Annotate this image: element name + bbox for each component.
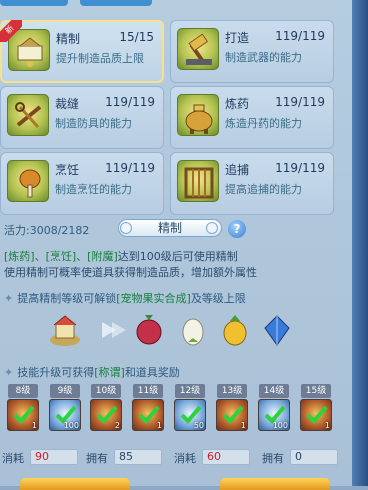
scissors-icon: [7, 94, 49, 136]
skill-name: 打造: [225, 31, 250, 45]
level-label: 15级: [301, 384, 331, 398]
reward-slot[interactable]: 2: [90, 399, 122, 431]
skill-name: 裁缝: [55, 97, 80, 111]
skill-card-refine[interactable]: 新 精制 15/15 提升制造品质上限: [0, 20, 164, 83]
cage-icon: [177, 160, 219, 202]
skill-card-forge[interactable]: 打造 119/119 制造武器的能力: [170, 20, 334, 83]
skill-level: 119/119: [105, 95, 155, 109]
skill-name: 精制: [56, 32, 81, 46]
skill-desc: 提升制造品质上限: [56, 52, 144, 65]
pet-house-icon[interactable]: [48, 312, 80, 348]
bottom-button-right[interactable]: [220, 478, 330, 490]
unlock-header: ✦ 提高精制等级可解锁[宠物果实合成]及等级上限: [4, 292, 246, 305]
reward-slot[interactable]: 1: [7, 399, 39, 431]
info-line-1: [炼药]、[烹饪]、[附魔]达到100级后可使用精制: [4, 250, 238, 263]
skill-desc: 提高追捕的能力: [225, 183, 302, 196]
skill-name: 烹饪: [55, 163, 80, 177]
skill-level: 119/119: [275, 95, 325, 109]
level-label: 14级: [259, 384, 289, 398]
consume-label: 消耗: [2, 452, 24, 465]
tab-strip-right[interactable]: [80, 0, 152, 6]
skill-desc: 炼造丹药的能力: [225, 117, 302, 130]
own2-value: 0: [290, 449, 338, 465]
skill-card-alchemy[interactable]: 炼药 119/119 炼造丹药的能力: [170, 86, 334, 149]
skill-level: 119/119: [105, 161, 155, 175]
own-label: 拥有: [86, 452, 108, 465]
reward-header: ✦ 技能升级可获得[称谓]和道具奖励: [4, 366, 180, 379]
skill-desc: 制造防具的能力: [55, 117, 132, 130]
level-label: 12级: [175, 384, 205, 398]
level-label: 13级: [217, 384, 247, 398]
reward-slot[interactable]: 100: [258, 399, 290, 431]
skill-level: 15/15: [119, 30, 154, 44]
golden-pineapple-icon[interactable]: [220, 312, 250, 348]
reward-slot[interactable]: 1: [216, 399, 248, 431]
skill-level: 119/119: [275, 29, 325, 43]
mode-left-dot: [120, 222, 132, 234]
reward-slot[interactable]: 100: [49, 399, 81, 431]
info-line-2: 使用精制可概率使道具获得制造品质，增加额外属性: [4, 266, 257, 279]
help-icon[interactable]: ?: [228, 220, 246, 238]
arrow-icon: [98, 312, 128, 348]
blue-gem-icon[interactable]: [262, 312, 292, 348]
vitality: 活力:3008/2182: [4, 224, 90, 237]
new-badge: 新: [0, 20, 22, 42]
hammer-icon: [177, 28, 219, 70]
reward-slot[interactable]: 1: [132, 399, 164, 431]
skill-desc: 制造烹饪的能力: [55, 183, 132, 196]
skill-name: 炼药: [225, 97, 250, 111]
consume2-label: 消耗: [174, 452, 196, 465]
level-label: 9级: [50, 384, 80, 398]
level-label: 10级: [91, 384, 121, 398]
reward-slot[interactable]: 1: [300, 399, 332, 431]
own2-label: 拥有: [262, 452, 284, 465]
mode-right-dot: [206, 222, 218, 234]
egg-icon[interactable]: [178, 312, 208, 348]
skill-card-cooking[interactable]: 烹饪 119/119 制造烹饪的能力: [0, 152, 164, 215]
level-label: 11级: [133, 384, 163, 398]
skill-card-tailor[interactable]: 裁缝 119/119 制造防具的能力: [0, 86, 164, 149]
tab-strip-left[interactable]: [0, 0, 68, 6]
consume2-value: 60: [202, 449, 250, 465]
consume-value: 90: [30, 449, 78, 465]
cauldron-icon: [177, 94, 219, 136]
bottom-button-left[interactable]: [20, 478, 130, 490]
red-fruit-icon[interactable]: [134, 312, 164, 348]
level-label: 8级: [8, 384, 38, 398]
reward-slot[interactable]: 50: [174, 399, 206, 431]
skill-level: 119/119: [275, 161, 325, 175]
drumstick-icon: [7, 160, 49, 202]
skill-card-pursuit[interactable]: 追捕 119/119 提高追捕的能力: [170, 152, 334, 215]
skill-desc: 制造武器的能力: [225, 51, 302, 64]
side-frame: [352, 0, 368, 486]
skill-name: 追捕: [225, 163, 250, 177]
own-value: 85: [114, 449, 162, 465]
